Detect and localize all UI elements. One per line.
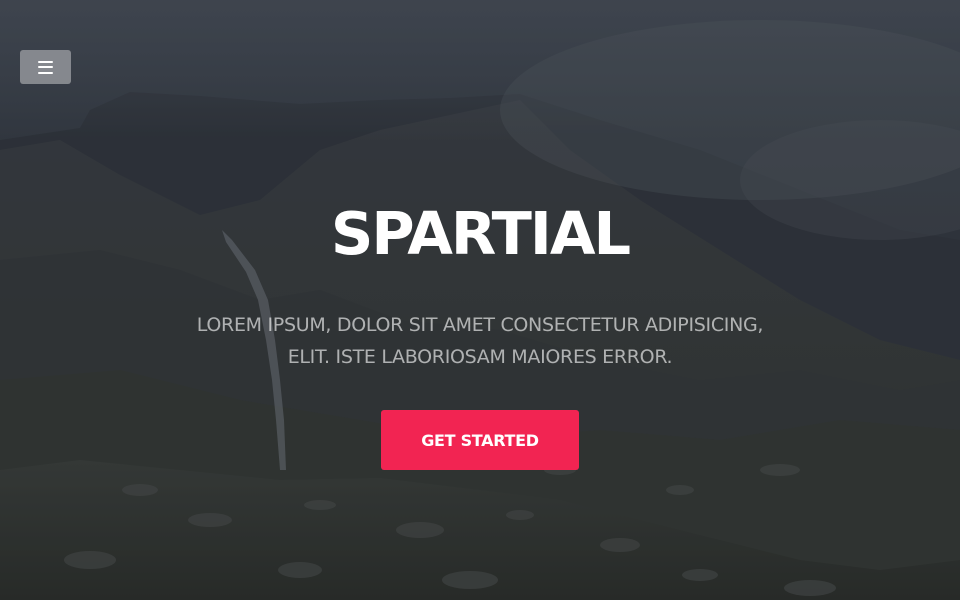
get-started-button[interactable]: GET STARTED [381, 410, 579, 470]
hero-subtitle: LOREM IPSUM, DOLOR SIT AMET CONSECTETUR … [140, 309, 820, 373]
hero-title: SPARTIAL [330, 199, 631, 268]
hero-subtitle-line-2: ELIT. ISTE LABORIOSAM MAIORES ERROR. [287, 346, 673, 368]
hero-section: SPARTIAL LOREM IPSUM, DOLOR SIT AMET CON… [0, 0, 960, 600]
hero-subtitle-line-1: LOREM IPSUM, DOLOR SIT AMET CONSECTETUR … [196, 314, 764, 336]
hero-content: SPARTIAL LOREM IPSUM, DOLOR SIT AMET CON… [0, 0, 960, 600]
